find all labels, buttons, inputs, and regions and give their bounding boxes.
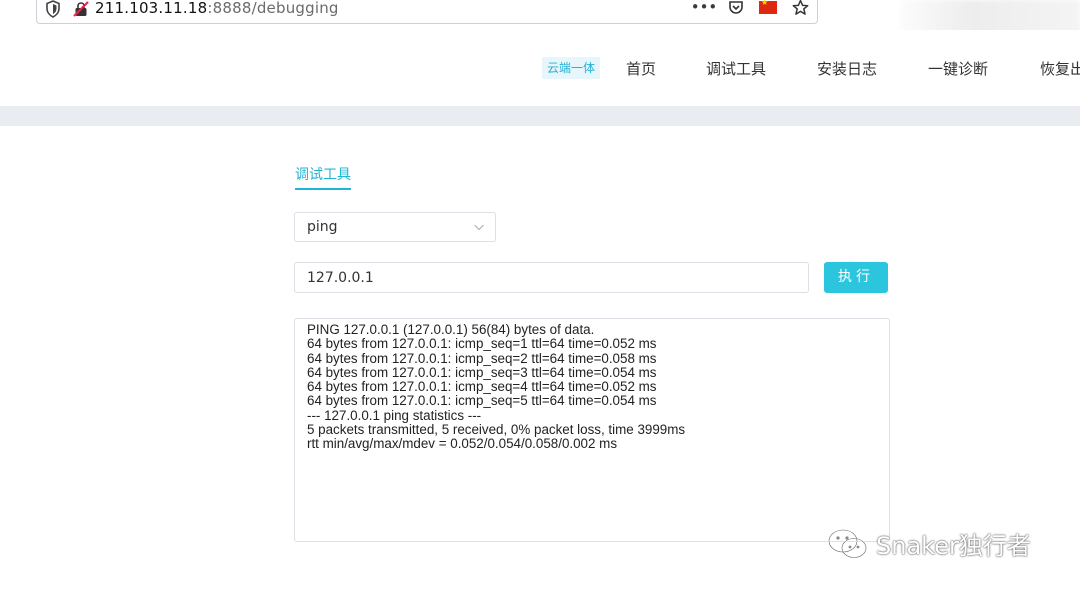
output-line: --- 127.0.0.1 ping statistics ---	[307, 407, 482, 423]
more-icon[interactable]: •••	[691, 0, 718, 16]
output-line: 64 bytes from 127.0.0.1: icmp_seq=4 ttl=…	[307, 379, 657, 395]
output-line: PING 127.0.0.1 (127.0.0.1) 56(84) bytes …	[307, 322, 595, 337]
url-path: :8888/debugging	[207, 0, 339, 17]
nav-item-diagnose[interactable]: 一键诊断	[928, 58, 988, 79]
tool-select-value: ping	[307, 219, 338, 235]
china-flag-icon[interactable]	[759, 0, 777, 16]
output-line: 64 bytes from 127.0.0.1: icmp_seq=2 ttl=…	[307, 350, 657, 366]
url-text[interactable]: 211.103.11.18:8888/debugging	[95, 0, 339, 17]
watermark: Snaker独行者	[826, 526, 1031, 561]
pocket-icon[interactable]	[727, 0, 745, 16]
shield-icon[interactable]	[45, 0, 61, 18]
url-host: 211.103.11.18	[95, 0, 208, 17]
run-button[interactable]: 执行	[824, 262, 888, 293]
target-input-value: 127.0.0.1	[307, 270, 374, 286]
chevron-down-icon	[474, 224, 484, 231]
product-badge: 云端一体	[542, 57, 601, 79]
nav-item-install-log[interactable]: 安装日志	[817, 58, 877, 79]
nav-item-debug-tools[interactable]: 调试工具	[706, 58, 766, 79]
top-nav: 云端一体 首页 调试工具 安装日志 一键诊断 恢复出	[0, 30, 1080, 106]
wechat-logo-icon	[827, 528, 868, 559]
nav-item-home[interactable]: 首页	[626, 58, 656, 79]
header-divider-band	[0, 106, 1080, 126]
star-icon[interactable]	[791, 0, 809, 16]
target-input[interactable]: 127.0.0.1	[294, 262, 809, 293]
output-line: 5 packets transmitted, 5 received, 0% pa…	[307, 422, 686, 438]
output-line: 64 bytes from 127.0.0.1: icmp_seq=1 ttl=…	[307, 336, 657, 352]
output-line: rtt min/avg/max/mdev = 0.052/0.054/0.058…	[307, 436, 618, 452]
browser-toolbar: 211.103.11.18:8888/debugging •••	[0, 0, 1080, 46]
output-textarea[interactable]: PING 127.0.0.1 (127.0.0.1) 56(84) bytes …	[294, 318, 890, 542]
address-bar[interactable]: 211.103.11.18:8888/debugging •••	[36, 0, 818, 24]
nav-item-restore[interactable]: 恢复出	[1040, 58, 1080, 79]
watermark-text: Snaker独行者	[876, 532, 1031, 560]
url-actions: •••	[691, 0, 809, 16]
insecure-lock-icon[interactable]	[73, 1, 89, 17]
tool-select[interactable]: ping	[294, 212, 496, 242]
tab-debug-tools[interactable]: 调试工具	[295, 164, 351, 190]
output-line: 64 bytes from 127.0.0.1: icmp_seq=5 ttl=…	[307, 393, 657, 409]
output-line: 64 bytes from 127.0.0.1: icmp_seq=3 ttl=…	[307, 364, 657, 380]
